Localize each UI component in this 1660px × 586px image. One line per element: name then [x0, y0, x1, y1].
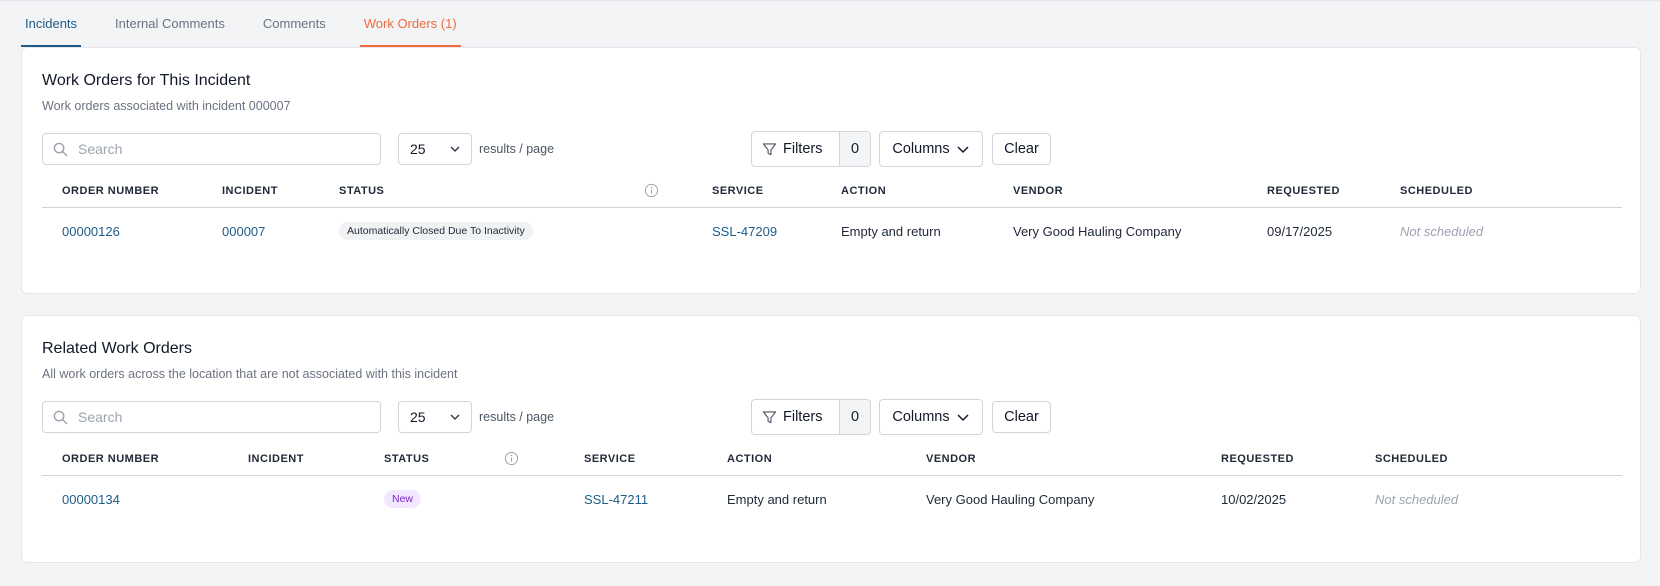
tab-bar: Incidents Internal Comments Comments Wor…	[0, 0, 1660, 47]
card-subtitle: All work orders across the location that…	[42, 367, 458, 381]
action-cell: Empty and return	[841, 224, 941, 239]
work-orders-table: ORDER NUMBER INCIDENT STATUS SERVICE ACT…	[42, 174, 1622, 256]
service-link[interactable]: SSL-47211	[584, 492, 648, 507]
vendor-cell: Very Good Hauling Company	[1013, 224, 1182, 239]
table-header: ORDER NUMBER INCIDENT STATUS SERVICE ACT…	[42, 442, 1622, 476]
status-badge: New	[384, 490, 422, 508]
tab-work-orders[interactable]: Work Orders (1)	[359, 1, 461, 47]
tab-incidents[interactable]: Incidents	[21, 1, 82, 47]
clear-button[interactable]: Clear	[992, 401, 1051, 433]
status-badge: Automatically Closed Due To Inactivity	[339, 222, 533, 240]
columns-button[interactable]: Columns	[879, 399, 983, 435]
filters-label-wrap: Filters	[752, 400, 839, 434]
page-size-select[interactable]: 25	[398, 133, 472, 165]
related-work-orders-table: ORDER NUMBER INCIDENT STATUS SERVICE ACT…	[42, 442, 1622, 524]
action-cell: Empty and return	[727, 492, 827, 507]
incident-link[interactable]: 000007	[222, 224, 265, 239]
column-header-scheduled[interactable]: SCHEDULED	[1400, 185, 1473, 197]
search-input[interactable]	[78, 141, 358, 157]
tab-comments[interactable]: Comments	[259, 1, 330, 47]
search-icon	[53, 410, 68, 424]
search-icon	[53, 142, 68, 156]
column-header-vendor[interactable]: VENDOR	[1013, 185, 1063, 197]
filters-label-wrap: Filters	[752, 132, 839, 166]
vendor-cell: Very Good Hauling Company	[926, 492, 1095, 507]
column-header-incident[interactable]: INCIDENT	[248, 453, 304, 465]
incident-work-orders-card: Work Orders for This Incident Work order…	[21, 47, 1641, 294]
table-row[interactable]: 00000126 000007 Automatically Closed Due…	[42, 208, 1622, 256]
search-field[interactable]	[42, 401, 381, 433]
column-header-requested[interactable]: REQUESTED	[1267, 185, 1340, 197]
filters-label: Filters	[783, 141, 823, 157]
filter-icon	[762, 142, 777, 155]
column-header-service[interactable]: SERVICE	[584, 453, 636, 465]
table-row[interactable]: 00000134 New SSL-47211 Empty and return …	[42, 476, 1622, 524]
order-number-link[interactable]: 00000134	[62, 492, 120, 507]
column-header-action[interactable]: ACTION	[841, 185, 886, 197]
page-size-value: 25	[410, 141, 426, 157]
related-work-orders-card: Related Work Orders All work orders acro…	[21, 315, 1641, 563]
column-header-order-number[interactable]: ORDER NUMBER	[62, 453, 159, 465]
column-header-requested[interactable]: REQUESTED	[1221, 453, 1294, 465]
requested-cell: 10/02/2025	[1221, 492, 1287, 507]
table-header: ORDER NUMBER INCIDENT STATUS SERVICE ACT…	[42, 174, 1622, 208]
info-icon[interactable]	[504, 451, 519, 466]
search-field[interactable]	[42, 133, 381, 165]
columns-label: Columns	[892, 141, 950, 157]
card-title: Related Work Orders	[42, 340, 192, 357]
requested-cell: 09/17/2025	[1267, 224, 1333, 239]
order-number-link[interactable]: 00000126	[62, 224, 120, 239]
service-link[interactable]: SSL-47209	[712, 224, 777, 239]
search-input[interactable]	[78, 409, 358, 425]
column-header-vendor[interactable]: VENDOR	[926, 453, 976, 465]
column-header-order-number[interactable]: ORDER NUMBER	[62, 185, 159, 197]
columns-label: Columns	[892, 409, 950, 425]
chevron-down-icon	[450, 414, 460, 421]
tab-internal-comments[interactable]: Internal Comments	[111, 1, 229, 47]
column-header-action[interactable]: ACTION	[727, 453, 772, 465]
column-header-status[interactable]: STATUS	[339, 185, 384, 197]
column-header-incident[interactable]: INCIDENT	[222, 185, 278, 197]
chevron-down-icon	[450, 146, 460, 153]
column-header-scheduled[interactable]: SCHEDULED	[1375, 453, 1448, 465]
filters-label: Filters	[783, 409, 823, 425]
columns-button[interactable]: Columns	[879, 131, 983, 167]
table-toolbar: 25 results / page Filters 0 Columns Clea…	[42, 399, 1622, 435]
filters-count: 0	[839, 400, 870, 434]
chevron-down-icon	[957, 414, 969, 422]
results-per-page-label: results / page	[479, 410, 555, 424]
card-title: Work Orders for This Incident	[42, 72, 251, 89]
column-header-status[interactable]: STATUS	[384, 453, 429, 465]
column-header-service[interactable]: SERVICE	[712, 185, 764, 197]
filter-icon	[762, 410, 777, 423]
scheduled-cell: Not scheduled	[1375, 492, 1459, 507]
page-size-select[interactable]: 25	[398, 401, 472, 433]
results-per-page-label: results / page	[479, 142, 555, 156]
info-icon[interactable]	[644, 183, 659, 198]
filters-count: 0	[839, 132, 870, 166]
clear-button[interactable]: Clear	[992, 133, 1051, 165]
filters-button[interactable]: Filters 0	[751, 399, 871, 435]
table-toolbar: 25 results / page Filters 0 Columns Clea…	[42, 131, 1622, 167]
page-size-value: 25	[410, 409, 426, 425]
filters-button[interactable]: Filters 0	[751, 131, 871, 167]
scheduled-cell: Not scheduled	[1400, 224, 1484, 239]
chevron-down-icon	[957, 146, 969, 154]
card-subtitle: Work orders associated with incident 000…	[42, 99, 291, 113]
